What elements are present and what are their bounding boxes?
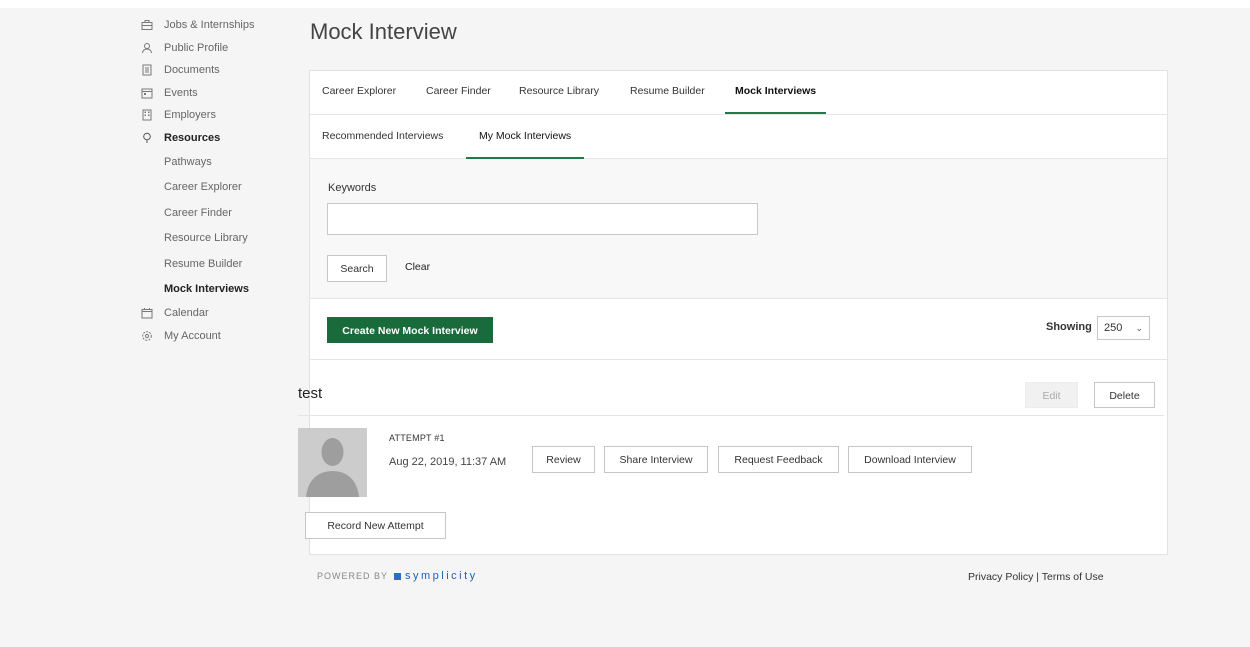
keyword-filter-panel: Keywords Search Clear [310, 159, 1167, 299]
review-button[interactable]: Review [532, 446, 595, 473]
page-title: Mock Interview [310, 19, 457, 44]
sidebar-subitem-pathways[interactable]: Pathways [140, 149, 290, 175]
briefcase-icon [140, 18, 154, 32]
powered-by-label: POWERED BY [317, 571, 389, 581]
download-interview-button[interactable]: Download Interview [848, 446, 972, 473]
person-silhouette-icon [298, 428, 367, 497]
sidebar-item-label: Public Profile [164, 41, 229, 54]
gear-icon [140, 329, 154, 343]
search-button[interactable]: Search [327, 255, 387, 282]
tab-recommended-interviews[interactable]: Recommended Interviews [322, 115, 443, 158]
terms-of-use-link[interactable]: Terms of Use [1042, 571, 1104, 583]
interview-title: test [298, 385, 323, 402]
calendar-icon [140, 306, 154, 320]
sidebar-item-label: Jobs & Internships [164, 19, 255, 32]
document-icon [140, 63, 154, 77]
action-bar: Create New Mock Interview Showing 250 ⌄ [310, 299, 1167, 360]
sidebar-nav: Jobs & Internships Public Profile Docume… [140, 14, 290, 347]
sidebar-item-label: My Account [164, 329, 221, 342]
edit-button[interactable]: Edit [1025, 382, 1078, 408]
powered-by: POWERED BY symplicity [317, 570, 478, 582]
footer-links: Privacy Policy | Terms of Use [968, 571, 1104, 583]
calendar-event-icon [140, 86, 154, 100]
delete-button[interactable]: Delete [1094, 382, 1155, 408]
tab-resource-library[interactable]: Resource Library [519, 71, 599, 114]
sidebar-subitem-resume-builder[interactable]: Resume Builder [140, 251, 290, 277]
request-feedback-button[interactable]: Request Feedback [718, 446, 839, 473]
sidebar-item-documents[interactable]: Documents [140, 59, 290, 82]
sidebar-subitem-label: Resource Library [164, 232, 248, 245]
brand-name: symplicity [405, 570, 478, 582]
sidebar-subitem-label: Pathways [164, 155, 212, 168]
attempt-label: ATTEMPT #1 [389, 433, 445, 443]
resource-tabs: Career Explorer Career Finder Resource L… [310, 71, 1167, 115]
sidebar-item-employers[interactable]: Employers [140, 104, 290, 127]
sidebar-item-resources[interactable]: Resources [140, 127, 290, 150]
sidebar-item-events[interactable]: Events [140, 82, 290, 105]
sidebar-subitem-label: Mock Interviews [164, 283, 249, 296]
avatar [298, 428, 367, 497]
sidebar-item-calendar[interactable]: Calendar [140, 302, 290, 325]
keywords-label: Keywords [328, 182, 377, 194]
divider [298, 415, 1164, 416]
sidebar-subitem-label: Resume Builder [164, 257, 243, 270]
footer-separator: | [1036, 571, 1040, 583]
showing-select[interactable]: 250 ⌄ [1097, 316, 1150, 340]
showing-label: Showing [1046, 321, 1092, 333]
sidebar-item-label: Resources [164, 131, 221, 144]
building-icon [140, 108, 154, 122]
tab-resume-builder[interactable]: Resume Builder [630, 71, 705, 114]
sidebar-item-label: Events [164, 86, 198, 99]
sidebar-item-label: Employers [164, 109, 216, 122]
sidebar-subitem-label: Career Finder [164, 206, 232, 219]
sidebar-item-label: Calendar [164, 307, 209, 320]
tab-career-explorer[interactable]: Career Explorer [322, 71, 396, 114]
sidebar-item-jobs-internships[interactable]: Jobs & Internships [140, 14, 290, 37]
share-interview-button[interactable]: Share Interview [604, 446, 708, 473]
lightbulb-icon [140, 131, 154, 145]
sidebar-subitem-label: Career Explorer [164, 181, 242, 194]
interview-subtabs: Recommended Interviews My Mock Interview… [310, 115, 1167, 159]
top-strip [0, 0, 1250, 8]
privacy-policy-link[interactable]: Privacy Policy [968, 571, 1033, 583]
clear-link[interactable]: Clear [405, 261, 430, 273]
attempt-date: Aug 22, 2019, 11:37 AM [389, 456, 507, 468]
tab-career-finder[interactable]: Career Finder [426, 71, 491, 114]
chevron-down-icon: ⌄ [1135, 323, 1143, 333]
mock-interview-card: Career Explorer Career Finder Resource L… [298, 70, 1168, 555]
sidebar-subitem-career-finder[interactable]: Career Finder [140, 200, 290, 226]
tab-my-mock-interviews[interactable]: My Mock Interviews [465, 115, 585, 159]
sidebar-item-label: Documents [164, 64, 220, 77]
sidebar-subitem-resource-library[interactable]: Resource Library [140, 226, 290, 252]
sidebar-subitem-career-explorer[interactable]: Career Explorer [140, 175, 290, 201]
showing-value: 250 [1104, 322, 1123, 334]
symplicity-logo-icon [394, 572, 402, 580]
person-icon [140, 41, 154, 55]
sidebar-subitem-mock-interviews[interactable]: Mock Interviews [140, 277, 290, 303]
app-root: Jobs & Internships Public Profile Docume… [0, 0, 1250, 647]
sidebar-item-my-account[interactable]: My Account [140, 325, 290, 348]
tab-mock-interviews[interactable]: Mock Interviews [724, 71, 827, 114]
record-new-attempt-button[interactable]: Record New Attempt [305, 512, 446, 539]
create-mock-interview-button[interactable]: Create New Mock Interview [327, 317, 493, 343]
sidebar-item-public-profile[interactable]: Public Profile [140, 37, 290, 60]
keywords-input[interactable] [327, 203, 758, 235]
